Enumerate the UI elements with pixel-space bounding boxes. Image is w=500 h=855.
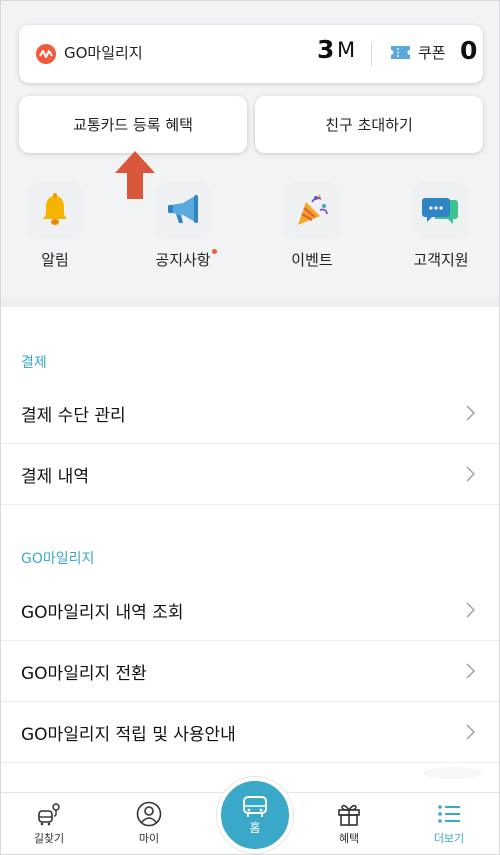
bell-icon (26, 181, 84, 239)
menu-label: 결제 수단 관리 (21, 406, 126, 426)
chevron-right-icon (466, 602, 475, 618)
app-screen: GO마일리지 3 M 쿠폰 0 교통카드 등록 혜택 친구 초대하기 알림 공지… (0, 0, 500, 855)
quick-label: 고객지원 (413, 251, 469, 269)
menu-row-mileage-guide[interactable]: GO마일리지 적립 및 사용안내 (1, 702, 499, 763)
section-separator (1, 297, 499, 307)
quick-label: 알림 (41, 251, 69, 269)
card-registration-benefit-button[interactable]: 교통카드 등록 혜택 (19, 96, 247, 153)
menu-list: 결제 결제 수단 관리 결제 내역 GO마일리지 GO마일리지 내역 조회 GO… (1, 307, 499, 792)
menu-label: GO마일리지 내역 조회 (21, 603, 184, 623)
quick-item-support[interactable]: 고객지원 (401, 181, 481, 270)
menu-label: GO마일리지 적립 및 사용안내 (21, 725, 236, 745)
nav-label: 더보기 (433, 832, 465, 845)
coupon-icon (391, 46, 410, 59)
section-title-payment: 결제 (21, 355, 47, 371)
nav-label: 길찾기 (33, 832, 65, 845)
coupon-count: 0 (460, 36, 478, 65)
quick-label: 공지사항 (155, 249, 217, 270)
gift-icon (338, 804, 360, 826)
quick-label: 이벤트 (291, 251, 333, 269)
fab-shadow (423, 767, 483, 779)
nav-label: 혜택 (338, 832, 360, 845)
chevron-right-icon (466, 466, 475, 482)
chat-bubbles-icon (412, 181, 470, 239)
nav-my[interactable]: 마이 (109, 801, 189, 846)
menu-row-payment-method[interactable]: 결제 수단 관리 (1, 383, 499, 444)
chevron-right-icon (466, 724, 475, 740)
mileage-value: 3 (317, 35, 335, 64)
menu-row-payment-history[interactable]: 결제 내역 (1, 444, 499, 505)
menu-label: GO마일리지 전환 (21, 664, 147, 684)
home-button[interactable]: 홈 (217, 777, 293, 853)
menu-label: 결제 내역 (21, 467, 89, 487)
mileage-unit: M (337, 38, 356, 62)
mileage-logo-icon (36, 44, 56, 64)
quick-item-notice[interactable]: 공지사항 (143, 181, 223, 270)
menu-list-icon (438, 805, 460, 823)
bus-icon (243, 796, 267, 817)
megaphone-icon (154, 181, 212, 239)
coupon-label: 쿠폰 (418, 44, 446, 62)
nav-benefit[interactable]: 혜택 (309, 801, 389, 846)
quick-item-event[interactable]: 이벤트 (272, 181, 352, 270)
mileage-title: GO마일리지 (64, 44, 143, 62)
section-title-mileage: GO마일리지 (21, 551, 95, 567)
profile-icon (136, 801, 162, 827)
route-icon (38, 803, 60, 826)
quick-item-alarm[interactable]: 알림 (15, 181, 95, 270)
home-label: 홈 (249, 821, 261, 835)
new-badge-dot (211, 249, 217, 254)
nav-route[interactable]: 길찾기 (9, 801, 89, 846)
mileage-card[interactable]: GO마일리지 3 M 쿠폰 0 (19, 25, 483, 83)
nav-label: 마이 (138, 832, 160, 845)
party-popper-icon (283, 181, 341, 239)
menu-row-mileage-history[interactable]: GO마일리지 내역 조회 (1, 580, 499, 641)
nav-more[interactable]: 더보기 (409, 801, 489, 846)
chevron-right-icon (466, 405, 475, 421)
menu-row-mileage-convert[interactable]: GO마일리지 전환 (1, 641, 499, 702)
chevron-right-icon (466, 663, 475, 679)
divider (371, 42, 372, 66)
invite-friend-button[interactable]: 친구 초대하기 (255, 96, 483, 153)
